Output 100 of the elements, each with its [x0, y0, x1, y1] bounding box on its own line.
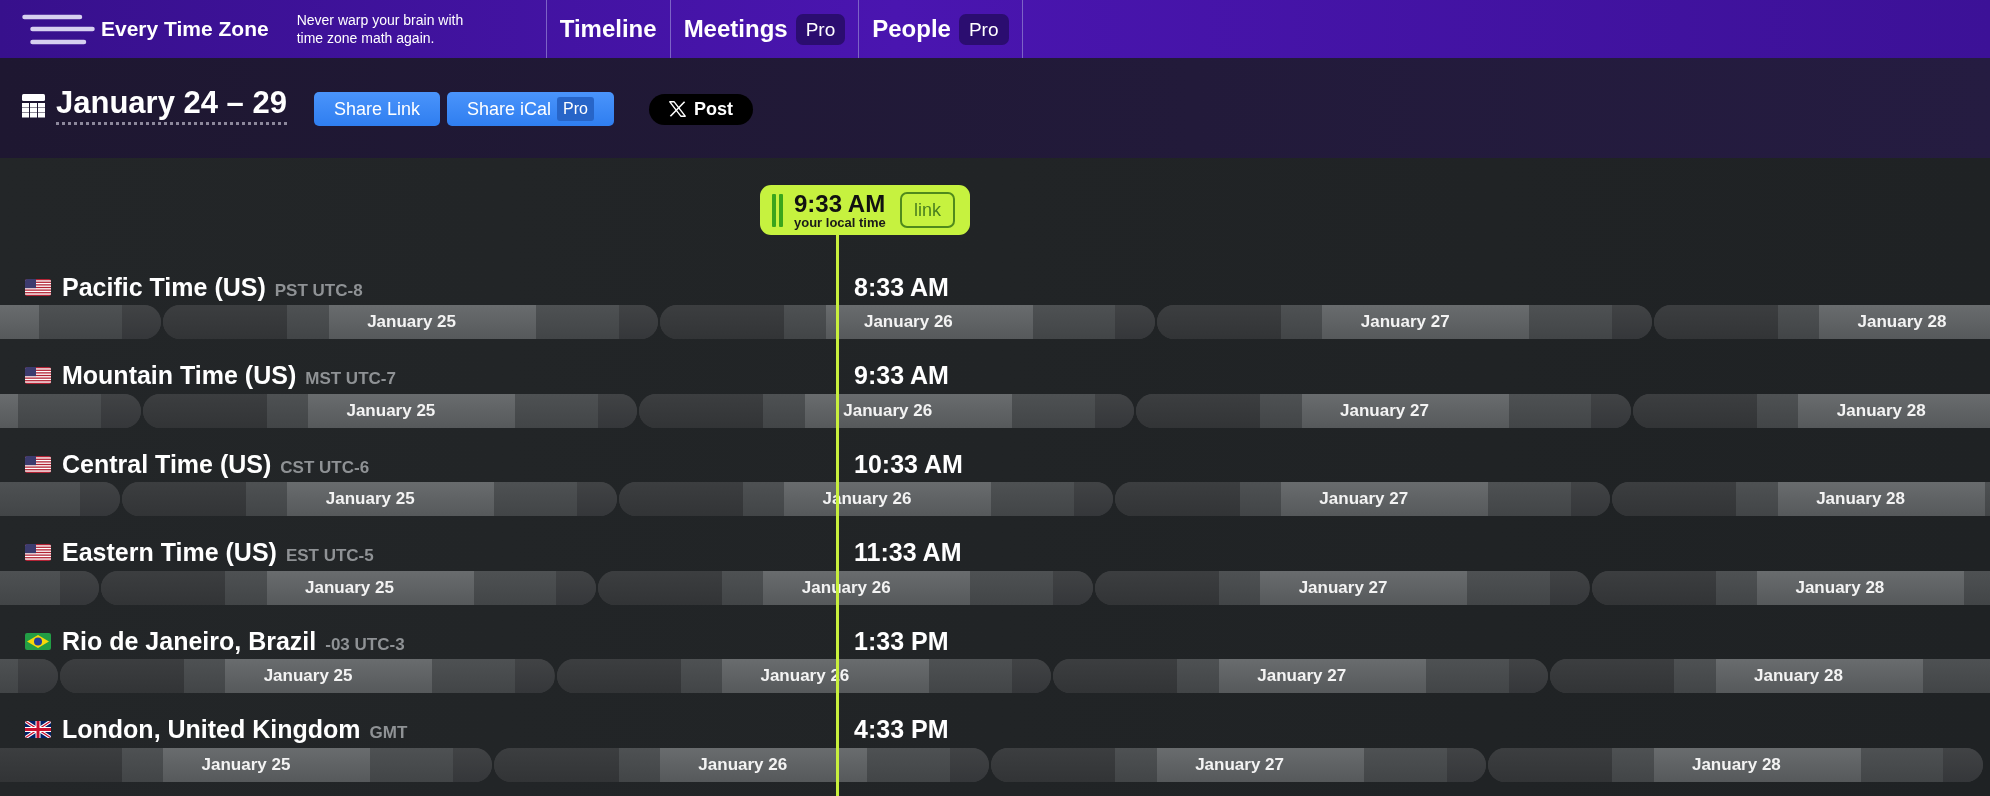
day-bar[interactable]: [0, 570, 100, 605]
late-evening-segment: [453, 747, 493, 782]
local-time: 4:33 PM: [854, 715, 949, 744]
late-evening-segment: [1508, 659, 1549, 693]
late-evening-segment: [1074, 482, 1114, 516]
late-evening-segment: [1612, 305, 1652, 339]
evening-hours-segment: [1964, 570, 1990, 605]
late-evening-segment: [949, 747, 990, 782]
local-time: 1:33 PM: [854, 626, 949, 656]
day-bar[interactable]: January 25: [121, 482, 617, 516]
zone-name: Central Time (US): [62, 449, 272, 479]
day-bar[interactable]: [0, 659, 58, 693]
day-bar[interactable]: January 27: [991, 747, 1486, 782]
evening-hours-segment: [1922, 659, 1990, 693]
day-bar[interactable]: January 26: [660, 305, 1155, 339]
day-bar[interactable]: January 27: [1156, 305, 1652, 339]
morning-hours-segment: [266, 393, 309, 428]
day-label: January 26: [843, 399, 933, 422]
late-evening-segment: [80, 482, 120, 516]
day-bar[interactable]: January 28: [1550, 659, 1990, 693]
zone-name: Eastern Time (US): [62, 538, 277, 567]
local-time: 10:33 AM: [854, 449, 963, 479]
late-evening-segment: [1446, 747, 1486, 782]
day-bar[interactable]: [0, 393, 141, 428]
day-bar[interactable]: January 26: [639, 393, 1135, 428]
zone-abbreviation: CST UTC-6: [280, 457, 370, 478]
day-bar[interactable]: January 27: [1094, 570, 1590, 605]
day-bar[interactable]: [0, 482, 120, 516]
daytime-hours-segment: [0, 393, 19, 428]
morning-hours-segment: [763, 393, 805, 428]
late-evening-segment: [121, 305, 162, 339]
brazil-flag-icon: [25, 632, 51, 650]
post-button[interactable]: Post: [648, 93, 753, 125]
morning-hours-segment: [1260, 393, 1302, 428]
late-evening-segment: [1115, 305, 1155, 339]
link-button[interactable]: link: [900, 192, 955, 228]
evening-hours-segment: [1984, 482, 1990, 516]
late-evening-segment: [556, 570, 596, 605]
day-bar[interactable]: January 28: [1632, 393, 1990, 428]
day-bar[interactable]: January 28: [1653, 305, 1990, 339]
morning-hours-segment: [1715, 570, 1758, 605]
marker-time: 9:33 AM: [794, 190, 886, 216]
day-bar[interactable]: January 27: [1115, 482, 1611, 516]
day-label: January 26: [863, 311, 953, 333]
pro-badge: Pro: [557, 97, 594, 121]
day-bar[interactable]: January 28: [1612, 482, 1990, 516]
late-evening-segment: [101, 393, 141, 428]
late-evening-segment: [515, 659, 555, 693]
tagline: Never warp your brain with time zone math again.: [296, 11, 465, 47]
day-bar[interactable]: January 27: [1053, 659, 1549, 693]
drag-handle-icon[interactable]: [772, 193, 783, 227]
us-flag-icon: [25, 278, 51, 296]
local-time: 8:33 AM: [854, 272, 949, 302]
late-evening-segment: [18, 659, 58, 693]
x-logo-icon: [668, 101, 686, 117]
logo-lines-icon[interactable]: [22, 13, 95, 45]
morning-hours-segment: [1757, 393, 1799, 428]
day-bar[interactable]: [0, 305, 162, 339]
share-button[interactable]: Share Link: [313, 92, 440, 126]
day-label: January 25: [305, 576, 394, 599]
day-label: January 25: [367, 311, 456, 333]
day-bar[interactable]: January 25: [101, 570, 596, 605]
morning-hours-segment: [784, 305, 826, 339]
day-label: January 25: [263, 665, 353, 687]
day-bar[interactable]: January 25: [163, 305, 658, 339]
day-bar[interactable]: January 25: [0, 747, 493, 782]
us-flag-icon: [25, 544, 51, 561]
day-label: January 28: [1795, 576, 1885, 599]
late-evening-segment: [1011, 659, 1052, 693]
daytime-hours-segment: [0, 305, 39, 339]
uk-flag-icon: [25, 721, 51, 738]
day-bar[interactable]: January 28: [1488, 747, 1983, 782]
time-marker[interactable]: 9:33 AM your local time link: [760, 185, 970, 235]
day-label: January 27: [1340, 399, 1429, 422]
day-label: January 28: [1816, 488, 1905, 510]
date-range-link[interactable]: January 24 – 29: [56, 85, 287, 125]
app-name[interactable]: Every Time Zone: [101, 17, 269, 41]
late-evening-segment: [1943, 747, 1983, 782]
morning-hours-segment: [246, 482, 288, 516]
day-bar[interactable]: January 27: [1136, 393, 1631, 428]
share-button[interactable]: Share iCal Pro: [447, 92, 614, 126]
morning-hours-segment: [183, 659, 226, 693]
zone-abbreviation: GMT: [369, 723, 408, 743]
day-bar[interactable]: January 28: [1591, 570, 1990, 605]
morning-hours-segment: [1115, 747, 1157, 782]
day-bar[interactable]: January 25: [142, 393, 638, 428]
calendar-icon: [22, 94, 45, 118]
pro-badge: Pro: [958, 13, 1009, 45]
late-evening-segment: [1550, 570, 1590, 605]
us-flag-icon: [25, 455, 51, 473]
zone-name: Pacific Time (US): [62, 272, 266, 302]
pro-badge: Pro: [795, 13, 846, 45]
zone-name: London, United Kingdom: [62, 715, 361, 744]
morning-hours-segment: [1612, 747, 1654, 782]
day-bar[interactable]: January 25: [59, 659, 555, 693]
late-evening-segment: [1591, 393, 1631, 428]
day-bar[interactable]: January 26: [494, 747, 990, 782]
day-label: January 28: [1754, 665, 1843, 687]
morning-hours-segment: [1239, 482, 1281, 516]
day-label: January 28: [1836, 399, 1926, 422]
